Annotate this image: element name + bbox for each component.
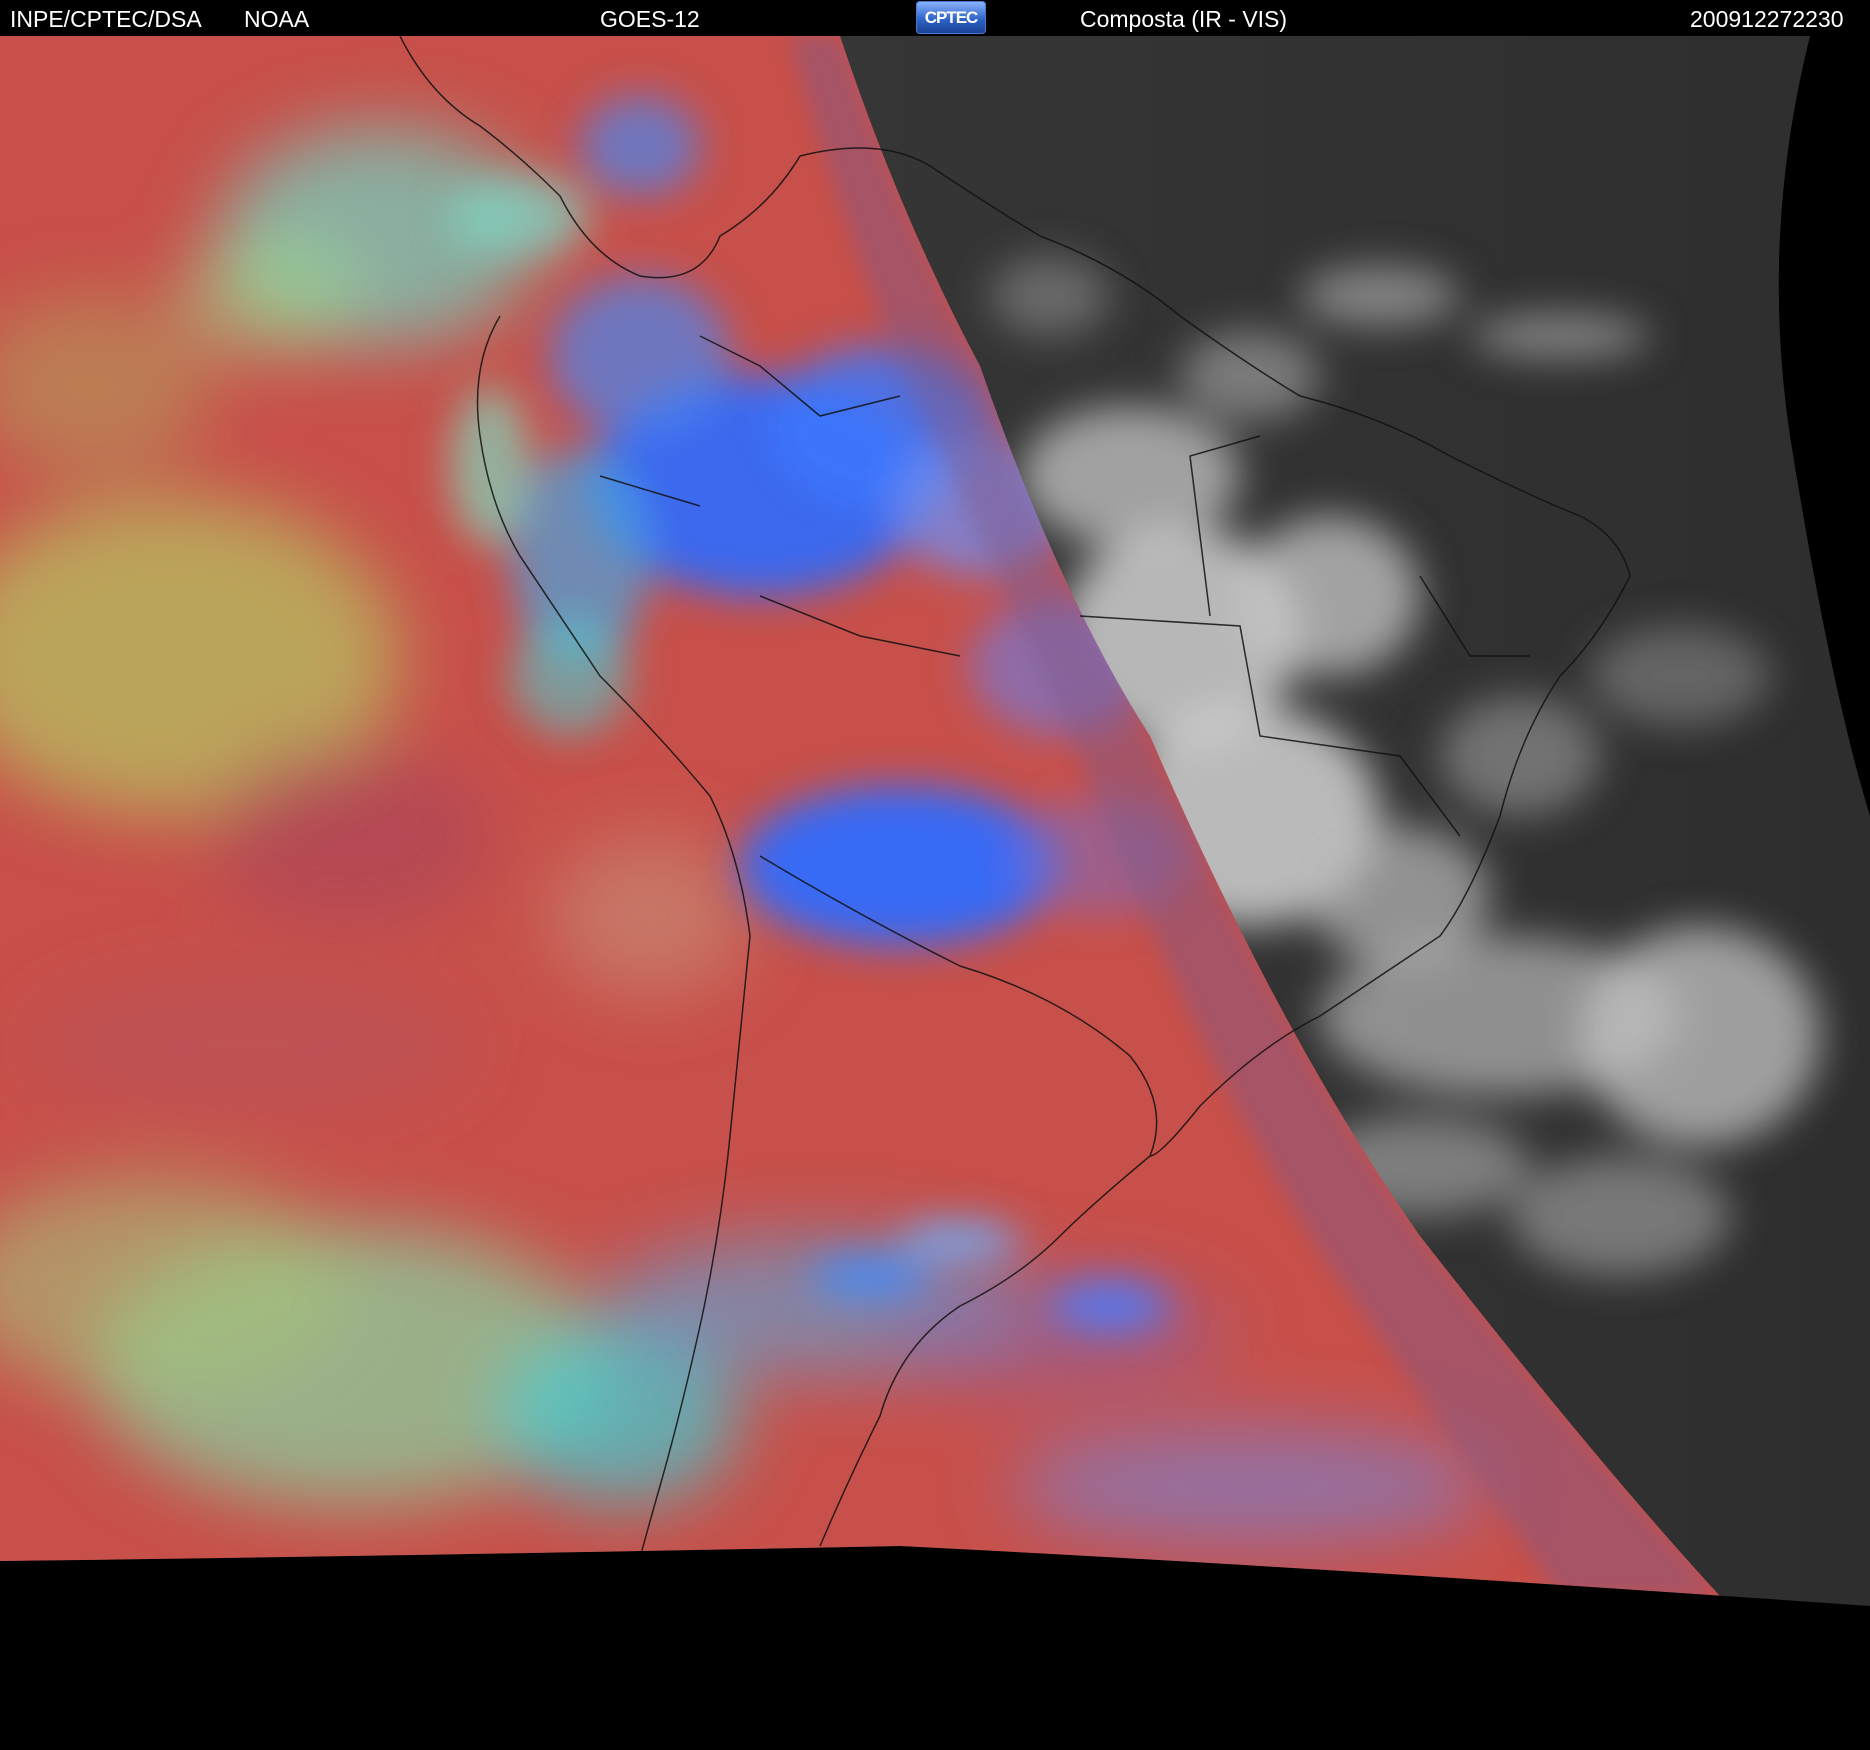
earth-disk: [0, 36, 1870, 1606]
agency-label: INPE/CPTEC/DSA: [10, 6, 202, 32]
product-label: Composta (IR - VIS): [1080, 6, 1288, 32]
image-header: INPE/CPTEC/DSA NOAA GOES-12 CPTEC Compos…: [0, 0, 1870, 36]
satellite-label: GOES-12: [600, 6, 700, 32]
cptec-logo: CPTEC: [916, 1, 986, 34]
satellite-image: [0, 36, 1870, 1750]
partner-label: NOAA: [244, 6, 310, 32]
timestamp-label: 200912272230: [1690, 6, 1844, 32]
